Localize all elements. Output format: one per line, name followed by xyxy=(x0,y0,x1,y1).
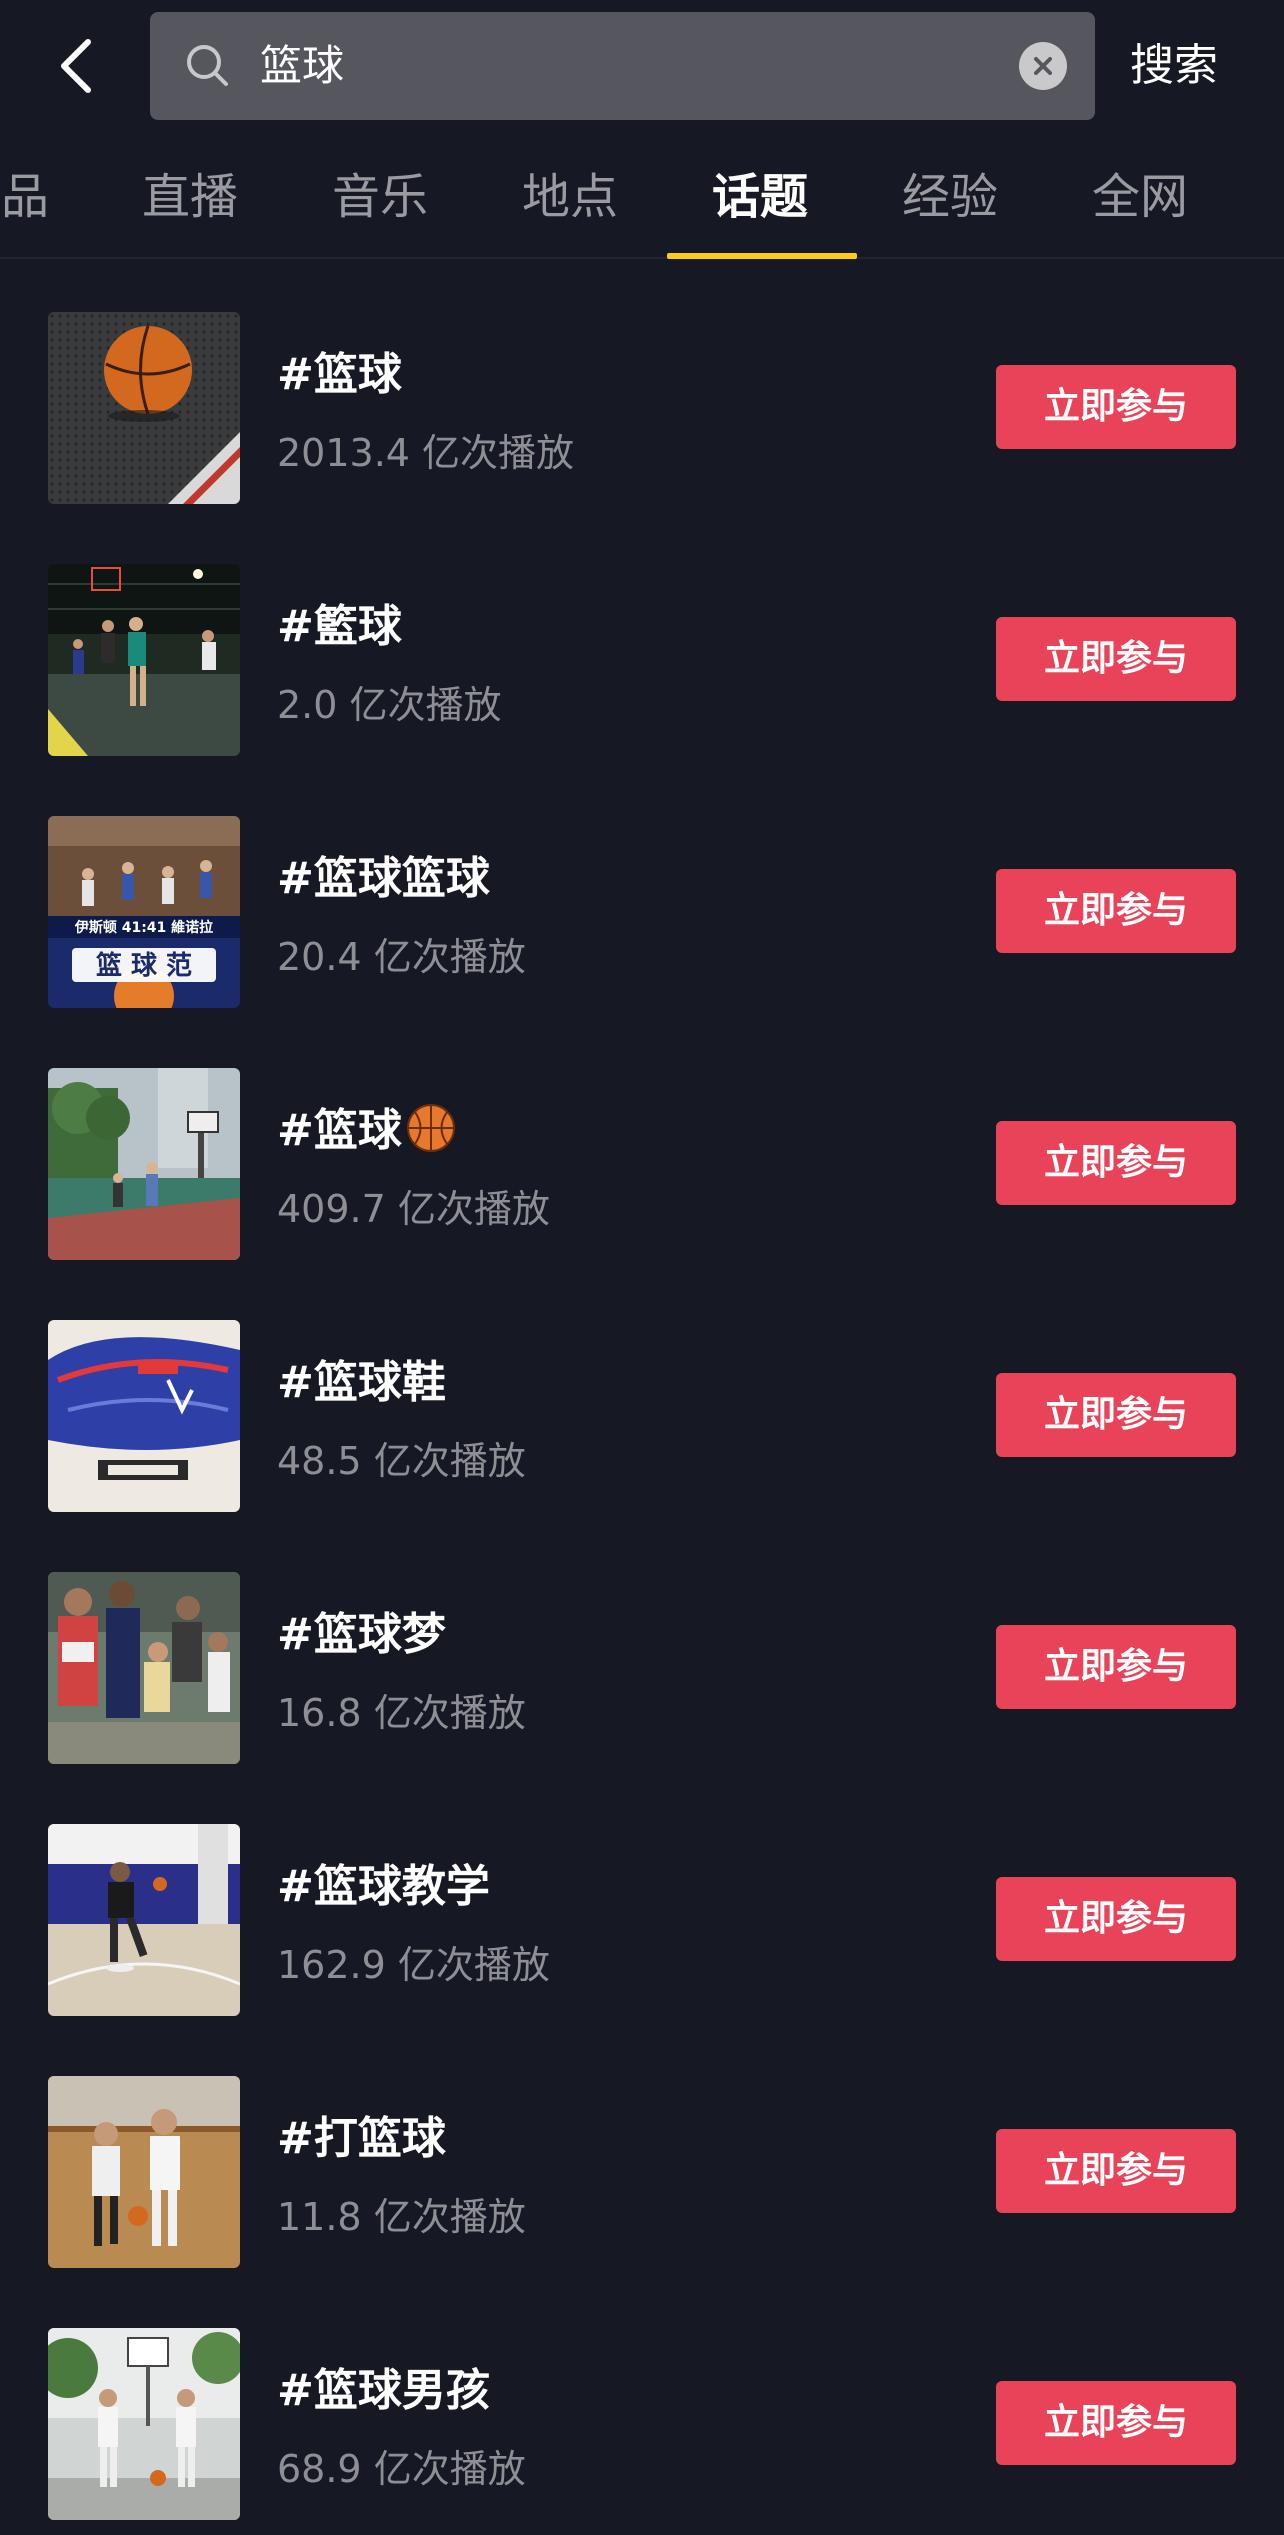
close-icon xyxy=(1034,57,1052,75)
topic-play-count: 11.8 亿次播放 xyxy=(277,2195,526,2239)
back-button[interactable] xyxy=(48,34,104,98)
topic-play-count: 162.9 亿次播放 xyxy=(277,1943,550,1987)
tab-location[interactable]: 地点 xyxy=(520,132,620,257)
list-item[interactable]: #篮球教学 162.9 亿次播放 立即参与 xyxy=(0,1770,1284,2022)
search-icon xyxy=(187,45,228,86)
list-item[interactable]: #篮球男孩 68.9 亿次播放 立即参与 xyxy=(0,2274,1284,2526)
topic-title: #篮球男孩 xyxy=(277,2365,490,2416)
topic-play-count: 16.8 亿次播放 xyxy=(277,1691,526,1735)
join-button[interactable]: 立即参与 xyxy=(996,1625,1236,1709)
join-button[interactable]: 立即参与 xyxy=(996,2129,1236,2213)
topic-play-count: 68.9 亿次播放 xyxy=(277,2447,526,2491)
topic-title: #篮球篮球 xyxy=(277,853,490,904)
topic-thumbnail xyxy=(48,1824,240,2016)
list-item[interactable]: 伊斯顿 41:41 維诺拉 篮 球 范 #篮球篮球 20.4 亿次播放 立即参与 xyxy=(0,762,1284,1014)
topic-thumbnail xyxy=(48,2328,240,2520)
topic-title: #籃球 xyxy=(277,601,402,652)
search-input[interactable] xyxy=(260,12,960,120)
clear-search-button[interactable] xyxy=(1019,42,1067,90)
topic-thumbnail xyxy=(48,2076,240,2268)
list-item[interactable]: #打篮球 11.8 亿次播放 立即参与 xyxy=(0,2022,1284,2274)
topic-thumbnail xyxy=(48,1572,240,1764)
join-button[interactable]: 立即参与 xyxy=(996,365,1236,449)
chevron-left-icon xyxy=(61,39,91,93)
topic-thumbnail: 伊斯顿 41:41 維诺拉 篮 球 范 xyxy=(48,816,240,1008)
tab-works[interactable]: 品 xyxy=(0,132,55,257)
list-item[interactable]: #篮球鞋 48.5 亿次播放 立即参与 xyxy=(0,1266,1284,1518)
search-button[interactable]: 搜索 xyxy=(1130,0,1218,132)
top-bar: 搜索 xyxy=(0,0,1284,132)
search-box[interactable] xyxy=(150,12,1095,120)
list-item[interactable]: #篮球梦 16.8 亿次播放 立即参与 xyxy=(0,1518,1284,1770)
topic-title-text: #篮球 xyxy=(277,1105,402,1156)
topic-play-count: 20.4 亿次播放 xyxy=(277,935,526,979)
topic-play-count: 2.0 亿次播放 xyxy=(277,683,502,727)
basketball-icon xyxy=(406,1104,455,1152)
logo-text: 篮 球 范 xyxy=(95,950,192,981)
topic-title: #篮球梦 xyxy=(277,1609,446,1660)
join-button[interactable]: 立即参与 xyxy=(996,869,1236,953)
tab-topics[interactable]: 话题 xyxy=(710,132,810,257)
topic-title: #篮球鞋 xyxy=(277,1357,446,1408)
topic-thumbnail xyxy=(48,564,240,756)
tab-live[interactable]: 直播 xyxy=(140,132,240,257)
topic-play-count: 2013.4 亿次播放 xyxy=(277,431,575,475)
join-button[interactable]: 立即参与 xyxy=(996,2381,1236,2465)
topic-play-count: 409.7 亿次播放 xyxy=(277,1187,550,1231)
topic-thumbnail xyxy=(48,1068,240,1260)
topic-thumbnail xyxy=(48,312,240,504)
topic-title: #篮球教学 xyxy=(277,1861,490,1912)
topic-thumbnail xyxy=(48,1320,240,1512)
join-button[interactable]: 立即参与 xyxy=(996,1373,1236,1457)
tab-music[interactable]: 音乐 xyxy=(330,132,430,257)
join-button[interactable]: 立即参与 xyxy=(996,617,1236,701)
topic-title: #篮球 xyxy=(277,349,402,400)
join-button[interactable]: 立即参与 xyxy=(996,1877,1236,1961)
tab-experience[interactable]: 经验 xyxy=(900,132,1000,257)
topic-title: #篮球 xyxy=(277,1094,456,1158)
topic-play-count: 48.5 亿次播放 xyxy=(277,1439,526,1483)
tab-web[interactable]: 全网 xyxy=(1090,132,1190,257)
category-tabs: 品 直播 音乐 地点 话题 经验 全网 xyxy=(0,132,1284,259)
list-item[interactable]: #篮球 409.7 亿次播放 立即参与 xyxy=(0,1014,1284,1266)
topic-title: #打篮球 xyxy=(277,2113,446,2164)
list-item[interactable]: #篮球 2013.4 亿次播放 立即参与 xyxy=(0,258,1284,510)
list-item[interactable]: #籃球 2.0 亿次播放 立即参与 xyxy=(0,510,1284,762)
join-button[interactable]: 立即参与 xyxy=(996,1121,1236,1205)
scoreboard-text: 伊斯顿 41:41 維诺拉 xyxy=(74,919,213,936)
